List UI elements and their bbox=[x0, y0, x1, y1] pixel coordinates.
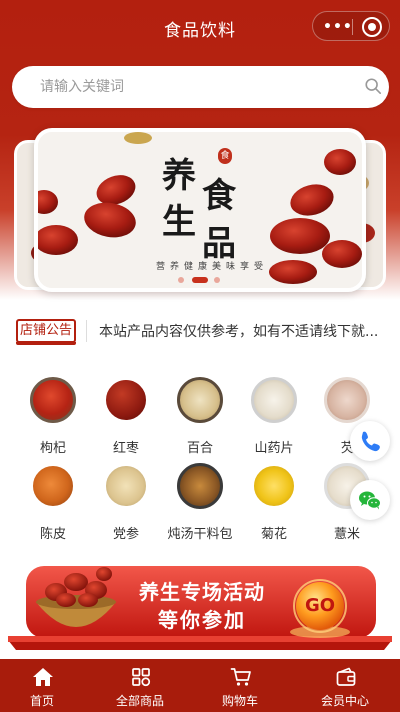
tab-home[interactable]: 首页 bbox=[0, 659, 92, 712]
cart-icon bbox=[230, 668, 251, 686]
notice-badge: 店铺公告 bbox=[16, 319, 76, 345]
banner-pagination bbox=[176, 276, 224, 284]
banner-char-3: 生 bbox=[162, 202, 196, 242]
notice-divider bbox=[86, 320, 87, 342]
lily-thumbnail bbox=[177, 377, 223, 423]
banner-dot[interactable] bbox=[214, 277, 220, 283]
category-yam-slice[interactable]: 山药片 bbox=[237, 377, 311, 461]
jujube-thumbnail bbox=[103, 377, 149, 423]
tab-label: 全部商品 bbox=[115, 694, 164, 708]
banner-char-1: 养 bbox=[162, 156, 196, 196]
tangerine-peel-thumbnail bbox=[30, 463, 76, 509]
tab-member-center[interactable]: 会员中心 bbox=[295, 659, 395, 712]
codonopsis-thumbnail bbox=[103, 463, 149, 509]
notice-text: 本站产品内容仅供参考，如有不适请线下就... bbox=[99, 324, 379, 340]
banner-dot[interactable] bbox=[178, 277, 184, 283]
promo-banner[interactable]: 养生专场活动 等你参加 GO bbox=[0, 560, 400, 656]
tab-all-products[interactable]: 全部商品 bbox=[90, 659, 190, 712]
category-lily[interactable]: 百合 bbox=[163, 377, 237, 461]
banner-char-4: 品 bbox=[202, 224, 236, 264]
banner-headline: 养 食 生 品 食 bbox=[162, 146, 242, 264]
bottom-tab-bar: 首页 全部商品 购物车 会员中心 bbox=[0, 659, 400, 712]
category-label: 薏米 bbox=[333, 527, 360, 542]
category-codonopsis[interactable]: 党参 bbox=[89, 463, 163, 547]
capsule-divider bbox=[352, 19, 353, 35]
category-tangerine-peel[interactable]: 陈皮 bbox=[16, 463, 90, 547]
category-chrysanthemum[interactable]: 菊花 bbox=[237, 463, 311, 547]
more-dots-icon[interactable]: ••• bbox=[323, 19, 353, 35]
capsule-target-icon[interactable] bbox=[362, 17, 382, 37]
grid-icon bbox=[132, 668, 151, 687]
soup-pack-thumbnail bbox=[177, 463, 223, 509]
banner-seal: 食 bbox=[218, 148, 232, 164]
promo-title-line2: 等你参加 bbox=[158, 608, 246, 632]
tab-label: 购物车 bbox=[221, 694, 258, 708]
store-notice[interactable]: 店铺公告 本站产品内容仅供参考，如有不适请线下就... bbox=[0, 312, 400, 352]
promo-go-button[interactable]: GO bbox=[298, 595, 342, 616]
phone-button[interactable] bbox=[350, 421, 390, 461]
gorgon-thumbnail bbox=[324, 377, 370, 423]
phone-icon bbox=[361, 431, 380, 452]
wallet-icon bbox=[336, 667, 356, 686]
wechat-button[interactable] bbox=[350, 480, 390, 520]
banner-tagline: 营养健康美味享受 bbox=[155, 262, 268, 272]
search-icon[interactable] bbox=[364, 77, 382, 95]
tab-cart[interactable]: 购物车 bbox=[190, 659, 290, 712]
category-jujube[interactable]: 红枣 bbox=[89, 377, 163, 461]
banner-dot-active[interactable] bbox=[192, 277, 208, 283]
tab-label: 会员中心 bbox=[320, 694, 369, 708]
yam-slice-thumbnail bbox=[251, 377, 297, 423]
navbar: 食品饮料 ••• bbox=[0, 0, 400, 56]
banner-char-2: 食 bbox=[202, 176, 236, 216]
goji-thumbnail bbox=[30, 377, 76, 423]
search-bar[interactable] bbox=[12, 66, 389, 108]
mini-program-capsule: ••• bbox=[312, 11, 390, 41]
category-goji[interactable]: 枸杞 bbox=[16, 377, 90, 461]
chrysanthemum-thumbnail bbox=[251, 463, 297, 509]
tab-label: 首页 bbox=[29, 694, 54, 708]
main-banner[interactable]: 养 食 生 品 食 营养健康美味享受 bbox=[34, 128, 366, 292]
wechat-icon bbox=[359, 491, 381, 510]
search-input[interactable] bbox=[40, 77, 340, 97]
home-icon bbox=[33, 668, 53, 686]
promo-title-line1: 养生专场活动 bbox=[139, 580, 265, 604]
category-soup-pack[interactable]: 炖汤干料包 bbox=[163, 463, 237, 547]
